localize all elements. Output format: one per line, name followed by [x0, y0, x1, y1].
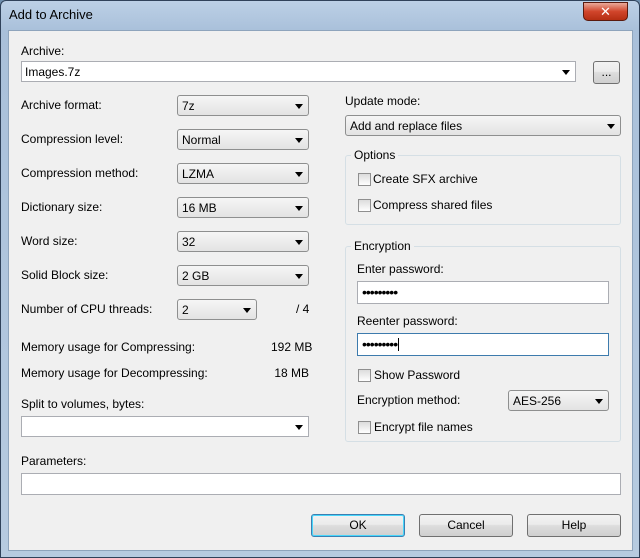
enter-password-value: ••••••••• [362, 284, 398, 300]
chevron-down-icon [295, 240, 303, 245]
cpu-threads-label: Number of CPU threads: [21, 302, 153, 316]
cancel-button-label: Cancel [447, 518, 485, 532]
encryption-method-value: AES-256 [513, 394, 562, 408]
split-volumes-combo[interactable] [21, 416, 309, 437]
parameters-label: Parameters: [21, 454, 87, 468]
compression-method-select[interactable]: LZMA [177, 163, 309, 184]
compression-method-value: LZMA [182, 167, 215, 181]
add-to-archive-window: Add to Archive ✕ Archive: Images.7z ... … [0, 0, 640, 558]
chevron-down-icon [295, 138, 303, 143]
browse-button-label: ... [601, 65, 612, 79]
chevron-down-icon[interactable] [562, 70, 570, 75]
sfx-checkbox[interactable] [358, 173, 371, 186]
cpu-threads-value: 2 [182, 303, 189, 317]
update-mode-value: Add and replace files [350, 119, 463, 133]
title-bar[interactable]: Add to Archive ✕ [1, 1, 639, 29]
shared-files-checkbox-label[interactable]: Compress shared files [373, 198, 492, 212]
reenter-password-label: Reenter password: [357, 314, 458, 328]
compression-method-label: Compression method: [21, 166, 139, 180]
reenter-password-input[interactable]: ••••••••• [357, 333, 609, 356]
encrypt-names-checkbox[interactable] [358, 421, 371, 434]
ok-button[interactable]: OK [311, 514, 405, 537]
chevron-down-icon[interactable] [295, 425, 303, 430]
memory-compressing-value: 192 MB [271, 340, 313, 354]
solid-block-size-value: 2 GB [182, 269, 210, 283]
reenter-password-text: ••••••••• [362, 336, 400, 352]
show-password-label[interactable]: Show Password [374, 368, 460, 382]
options-group-title: Options [351, 148, 399, 162]
encryption-group-title: Encryption [351, 239, 414, 253]
dictionary-size-label: Dictionary size: [21, 200, 103, 214]
shared-files-checkbox[interactable] [358, 199, 371, 212]
dialog-client-area: Archive: Images.7z ... Archive format: C… [8, 30, 633, 551]
sfx-checkbox-label[interactable]: Create SFX archive [373, 172, 478, 186]
cpu-threads-max: / 4 [296, 302, 310, 316]
close-icon: ✕ [600, 4, 611, 19]
chevron-down-icon [607, 124, 615, 129]
dictionary-size-value: 16 MB [182, 201, 217, 215]
split-volumes-label: Split to volumes, bytes: [21, 397, 145, 411]
update-mode-label: Update mode: [345, 94, 421, 108]
ok-button-label: OK [349, 518, 367, 532]
chevron-down-icon [295, 206, 303, 211]
solid-block-size-select[interactable]: 2 GB [177, 265, 309, 286]
word-size-select[interactable]: 32 [177, 231, 309, 252]
update-mode-select[interactable]: Add and replace files [345, 115, 621, 136]
chevron-down-icon [295, 274, 303, 279]
chevron-down-icon [595, 399, 603, 404]
help-button[interactable]: Help [527, 514, 621, 537]
browse-button[interactable]: ... [593, 61, 620, 84]
memory-decompressing-value: 18 MB [274, 366, 309, 380]
compression-level-select[interactable]: Normal [177, 129, 309, 150]
options-group [345, 155, 621, 225]
enter-password-input[interactable]: ••••••••• [357, 281, 609, 304]
cpu-threads-select[interactable]: 2 [177, 299, 257, 320]
archive-path-combo[interactable]: Images.7z [21, 61, 576, 82]
word-size-value: 32 [182, 235, 196, 249]
text-caret [398, 338, 400, 351]
archive-format-value: 7z [182, 99, 195, 113]
help-button-label: Help [561, 518, 587, 532]
enter-password-label: Enter password: [357, 262, 444, 276]
archive-format-label: Archive format: [21, 98, 102, 112]
archive-path-value: Images.7z [25, 65, 81, 79]
dictionary-size-select[interactable]: 16 MB [177, 197, 309, 218]
memory-compressing-label: Memory usage for Compressing: [21, 340, 196, 354]
archive-format-select[interactable]: 7z [177, 95, 309, 116]
close-button[interactable]: ✕ [583, 2, 628, 21]
archive-label: Archive: [21, 44, 65, 58]
word-size-label: Word size: [21, 234, 78, 248]
solid-block-size-label: Solid Block size: [21, 268, 109, 282]
memory-decompressing-label: Memory usage for Decompressing: [21, 366, 208, 380]
encrypt-names-label[interactable]: Encrypt file names [374, 420, 473, 434]
reenter-password-value: ••••••••• [362, 336, 398, 352]
chevron-down-icon [295, 172, 303, 177]
cancel-button[interactable]: Cancel [419, 514, 513, 537]
chevron-down-icon [295, 104, 303, 109]
chevron-down-icon [243, 308, 251, 313]
show-password-checkbox[interactable] [358, 369, 371, 382]
compression-level-value: Normal [182, 133, 221, 147]
compression-level-label: Compression level: [21, 132, 124, 146]
window-title: Add to Archive [9, 7, 93, 22]
parameters-input[interactable] [21, 473, 621, 495]
encryption-method-select[interactable]: AES-256 [508, 390, 609, 411]
encryption-method-label: Encryption method: [357, 393, 461, 407]
